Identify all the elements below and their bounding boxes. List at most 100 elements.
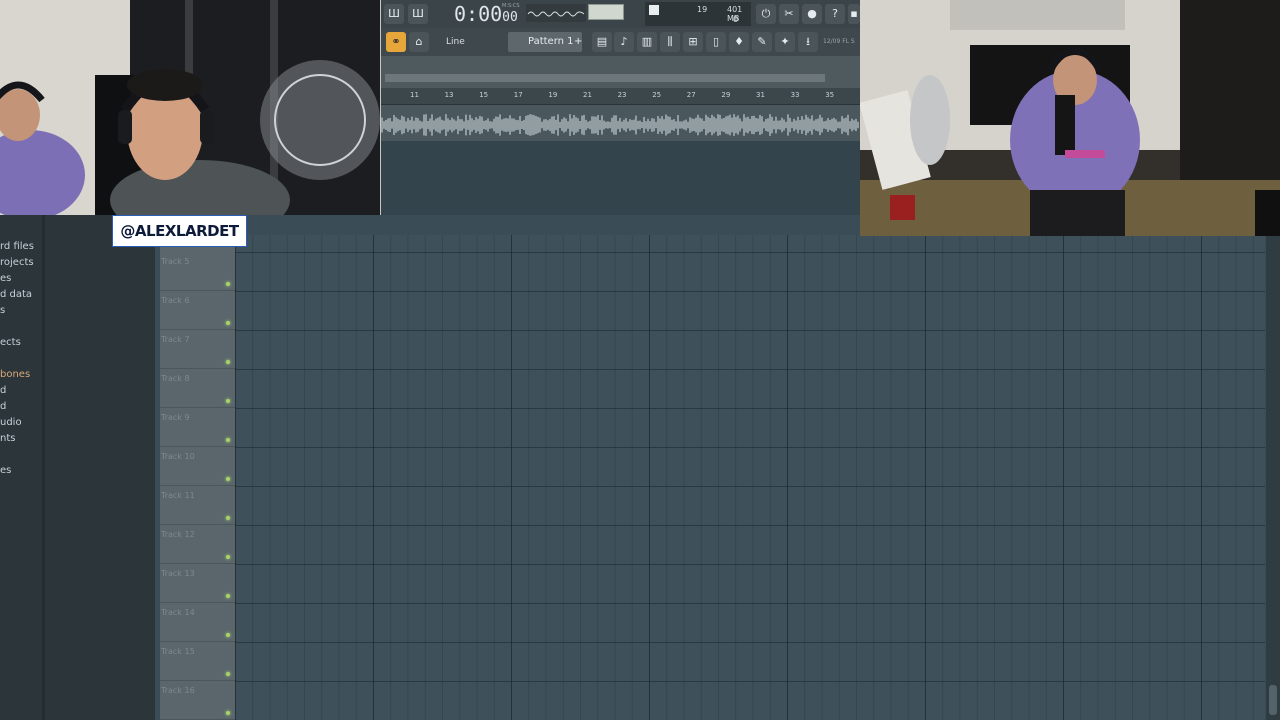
track-header[interactable]: Track 7 — [160, 330, 235, 369]
time-format-label: M:S:CS — [502, 3, 520, 9]
track-mute-led[interactable] — [226, 321, 230, 325]
playlist-vertical-scrollbar[interactable] — [1266, 235, 1280, 720]
touch-icon[interactable]: ✎ — [752, 32, 772, 52]
track-name: Track 6 — [161, 296, 190, 305]
track-header[interactable]: Track 10 — [160, 447, 235, 486]
timeline-ruler[interactable]: 11 13 15 17 19 21 23 25 27 29 31 33 35 — [380, 88, 860, 105]
power-icon[interactable]: ⏻ — [756, 4, 776, 24]
browser-item[interactable] — [0, 351, 42, 367]
track-header[interactable]: Track 11 — [160, 486, 235, 525]
version-label: 12/09 FL S — [823, 38, 855, 45]
track-headers: Track 5 Track 6 Track 7 Track 8 Track 9 Track… — [160, 215, 235, 720]
playlist-grid[interactable] — [235, 235, 1265, 720]
ruler-tick: 33 — [790, 91, 800, 99]
ruler-tick: 13 — [444, 91, 454, 99]
browser-item[interactable]: es — [0, 271, 42, 287]
track-mute-led[interactable] — [226, 594, 230, 598]
track-mute-led[interactable] — [226, 438, 230, 442]
track-name: Track 14 — [161, 608, 195, 617]
browser-item[interactable]: rojects — [0, 255, 42, 271]
time-main: 0:00 — [454, 2, 503, 26]
track-mute-led[interactable] — [226, 282, 230, 286]
track-header[interactable]: Track 14 — [160, 603, 235, 642]
streamer-handle: @ALEXLARDET — [112, 215, 247, 247]
browser-divider[interactable] — [42, 215, 45, 720]
waveform-icon[interactable]: Ш — [384, 4, 404, 24]
link-icon[interactable]: ⚭ — [386, 32, 406, 52]
add-pattern-button[interactable]: + — [574, 32, 584, 52]
window-icon[interactable]: ▪ — [848, 4, 860, 24]
track-name: Track 11 — [161, 491, 195, 500]
playlist-window-icon[interactable]: ▤ — [592, 32, 612, 52]
browser-icon[interactable]: ⊞ — [683, 32, 703, 52]
tools-icon[interactable]: ✦ — [775, 32, 795, 52]
track-mute-led[interactable] — [226, 360, 230, 364]
track-name: Track 9 — [161, 413, 190, 422]
track-header[interactable]: Track 15 — [160, 642, 235, 681]
pattern-selector[interactable]: Pattern 1 — [508, 32, 582, 52]
track-header[interactable]: Track 13 — [160, 564, 235, 603]
ruler-tick: 31 — [756, 91, 765, 99]
memory-value: 401 MB — [727, 5, 743, 23]
browser-item[interactable] — [0, 319, 42, 335]
track-mute-led[interactable] — [226, 399, 230, 403]
tempo-icon[interactable]: Ш — [408, 4, 428, 24]
track-header[interactable]: Track 16 — [160, 681, 235, 720]
playlist-overview — [380, 56, 860, 88]
ruler-tick: 35 — [825, 91, 835, 99]
track-mute-led[interactable] — [226, 516, 230, 520]
track-header[interactable]: Track 5 — [160, 252, 235, 291]
browser-item[interactable]: es — [0, 463, 42, 479]
track-header[interactable]: Track 12 — [160, 525, 235, 564]
track-mute-led[interactable] — [226, 477, 230, 481]
track-name: Track 7 — [161, 335, 190, 344]
magnet-icon[interactable]: ⌂ — [409, 32, 429, 52]
track-name: Track 5 — [161, 257, 190, 266]
track-mute-led[interactable] — [226, 633, 230, 637]
track-header[interactable]: Track 8 — [160, 369, 235, 408]
browser-item[interactable]: s — [0, 303, 42, 319]
playlist: Track 5 Track 6 Track 7 Track 8 Track 9 Track… — [155, 215, 1280, 720]
track-mute-led[interactable] — [226, 672, 230, 676]
browser-item[interactable]: rd files — [0, 239, 42, 255]
webcam-right — [860, 0, 1280, 236]
browser-item[interactable]: d — [0, 383, 42, 399]
track-mute-led[interactable] — [226, 711, 230, 715]
track-name: Track 10 — [161, 452, 195, 461]
channel-rack-icon[interactable]: ▥ — [637, 32, 657, 52]
browser-item[interactable]: nts — [0, 431, 42, 447]
track-name: Track 16 — [161, 686, 195, 695]
browser-item[interactable] — [0, 447, 42, 463]
ruler-tick: 25 — [652, 91, 662, 99]
help-icon[interactable]: ? — [825, 4, 845, 24]
waveform-mini-svg — [527, 11, 585, 17]
track-mute-led[interactable] — [226, 555, 230, 559]
mixer-icon[interactable]: ⫼ — [660, 32, 680, 52]
horizontal-scrollbar[interactable] — [385, 74, 825, 82]
piano-roll-icon[interactable]: ♪ — [614, 32, 634, 52]
project-icon[interactable]: ▯ — [706, 32, 726, 52]
track-name: Track 15 — [161, 647, 195, 656]
browser-item[interactable]: d — [0, 399, 42, 415]
ruler-tick: 15 — [479, 91, 489, 99]
browser-item[interactable]: udio — [0, 415, 42, 431]
browser-item[interactable]: d data — [0, 287, 42, 303]
plugin-icon[interactable]: ♦ — [729, 32, 749, 52]
ruler-tick: 29 — [721, 91, 731, 99]
track-header[interactable]: Track 6 — [160, 291, 235, 330]
track-header[interactable]: Track 9 — [160, 408, 235, 447]
ruler-tick: 17 — [513, 91, 523, 99]
ruler-tick: 11 — [410, 91, 419, 99]
ruler-tick: 19 — [548, 91, 558, 99]
download-icon[interactable]: ⭳ — [798, 32, 818, 52]
track-name: Track 8 — [161, 374, 190, 383]
browser-item[interactable]: bones — [0, 367, 42, 383]
browser-item[interactable]: ects — [0, 335, 42, 351]
snap-selector[interactable]: Line — [440, 32, 490, 52]
system-meters: 19 401 MB 0 — [645, 2, 751, 26]
audio-clip-strip[interactable] — [380, 105, 860, 141]
scrollbar-thumb[interactable] — [1269, 685, 1277, 715]
ruler-tick: 27 — [686, 91, 696, 99]
cut-icon[interactable]: ✂ — [779, 4, 799, 24]
mic-icon[interactable]: ● — [802, 4, 822, 24]
